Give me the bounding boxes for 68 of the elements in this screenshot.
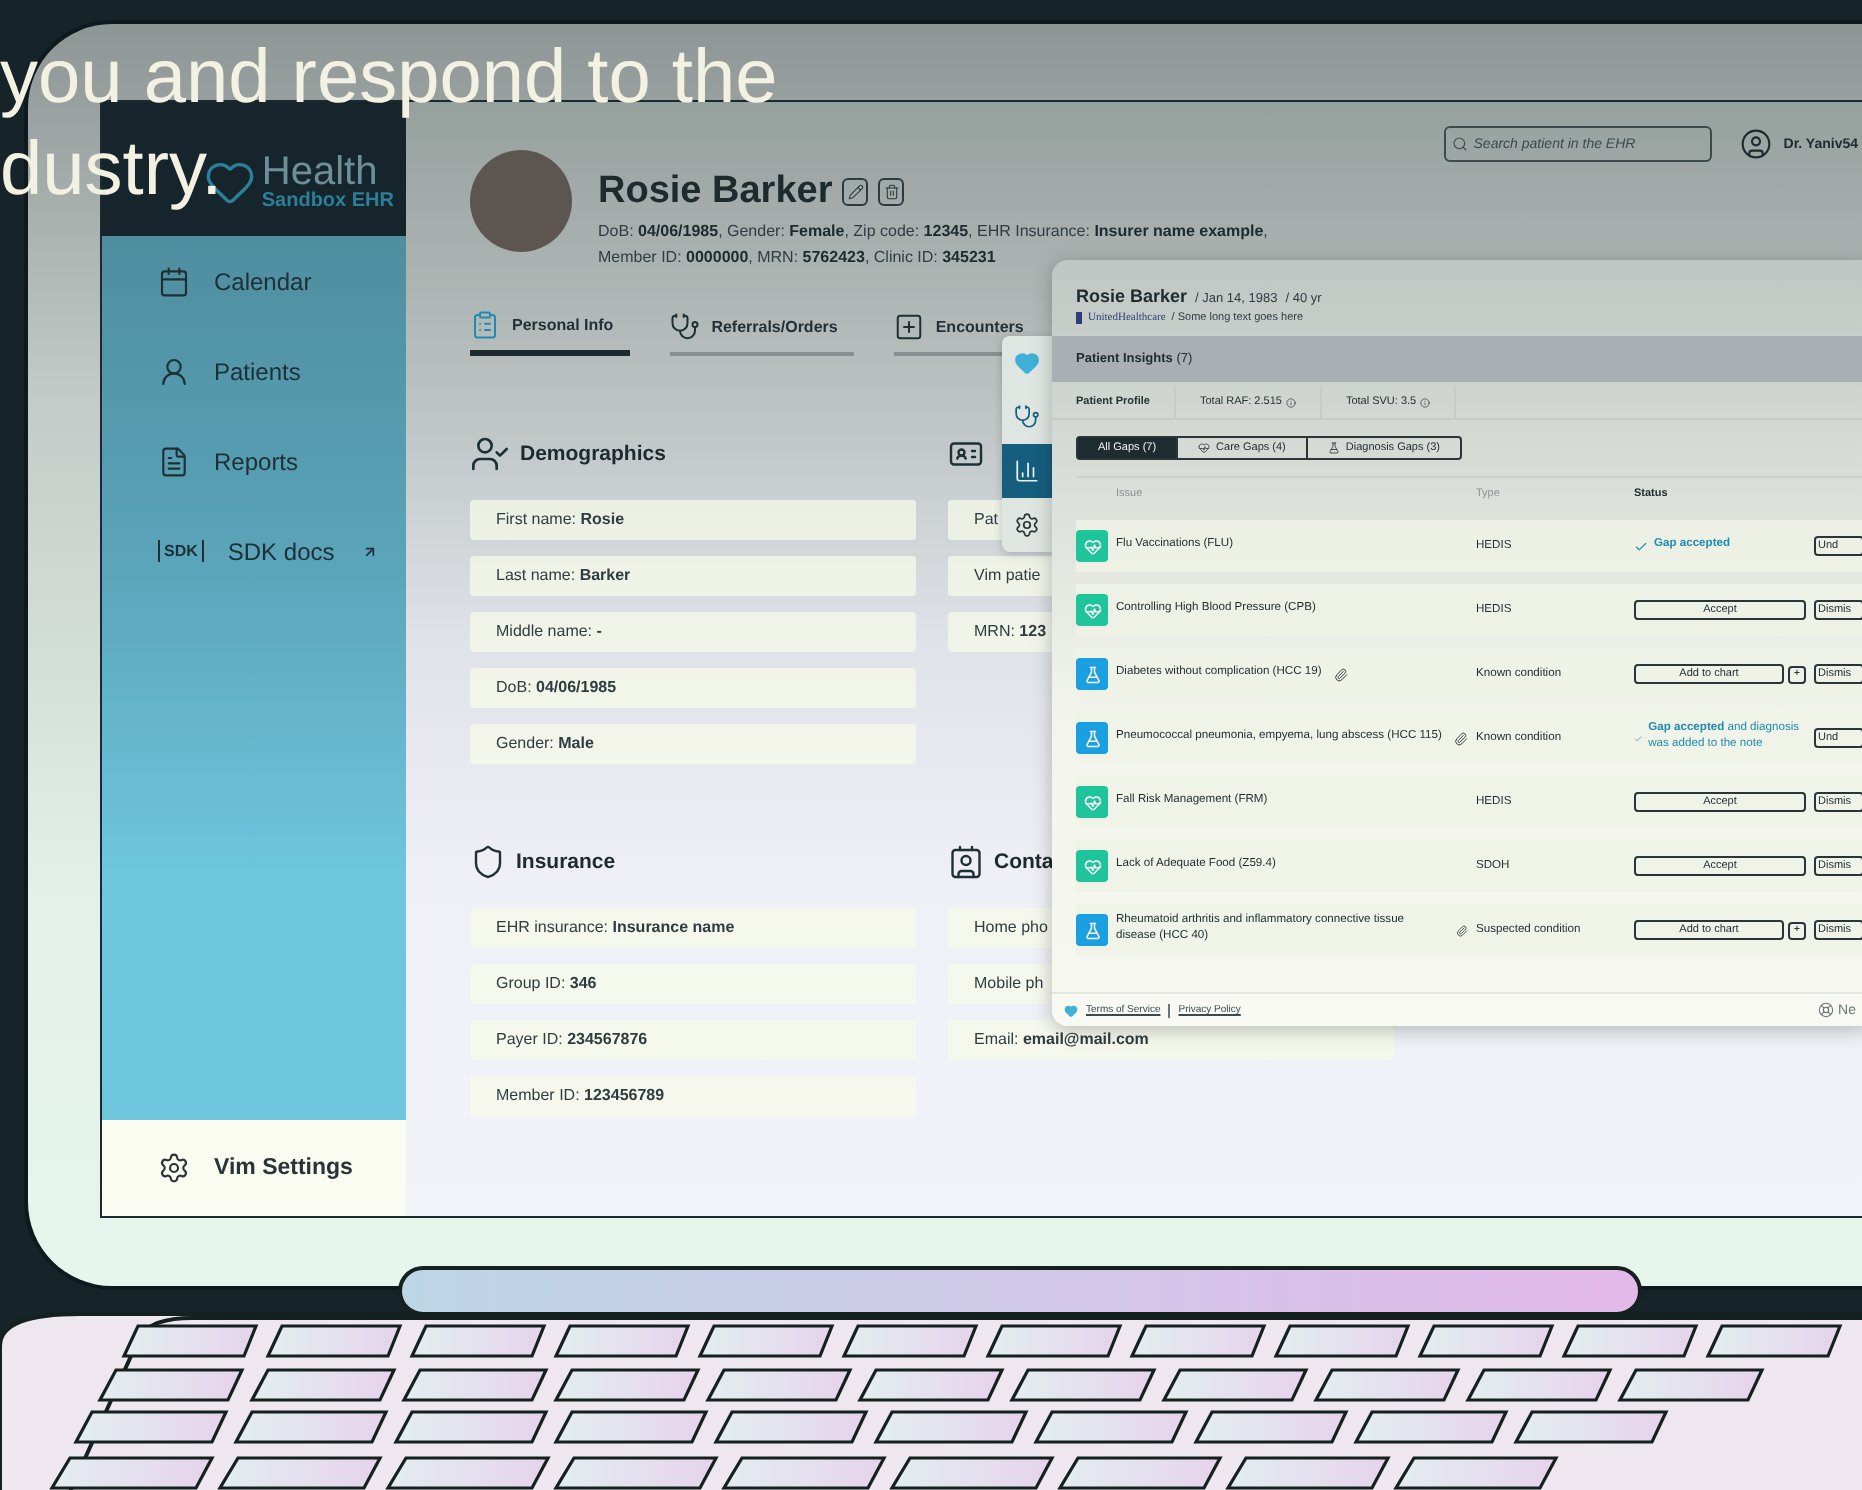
patient-details: Member ID: 0000000, MRN: 5762423, Clinic ID: 345231 xyxy=(598,248,998,266)
section-title: Conta xyxy=(994,850,1054,874)
person-check-icon xyxy=(470,434,510,474)
insurer-logo-icon xyxy=(1076,312,1082,324)
edit-button[interactable] xyxy=(842,178,869,206)
info-field: Middle name: - xyxy=(470,612,916,652)
flask-icon xyxy=(1076,914,1108,946)
check-icon xyxy=(1634,731,1643,745)
sidebar-item[interactable]: Reports xyxy=(214,447,299,475)
info-icon xyxy=(1420,397,1431,407)
flask-icon xyxy=(1327,442,1340,454)
stethoscope-icon xyxy=(1014,404,1040,430)
sidebar-item[interactable]: SDK docs xyxy=(227,537,335,565)
stethoscope-icon xyxy=(669,311,700,341)
shield-icon xyxy=(470,844,506,880)
logo-heart-icon xyxy=(1064,1003,1078,1017)
settings-item[interactable]: Vim Settings xyxy=(214,1156,353,1180)
info-field: Payer ID: 234567876 xyxy=(470,1020,916,1060)
calendar-icon xyxy=(158,265,190,297)
logo-title: Health xyxy=(261,151,378,191)
patient-name: Rosie Barker xyxy=(598,170,833,214)
avatar-placeholder xyxy=(470,150,572,252)
gear-icon xyxy=(158,1152,190,1184)
attachment-icon xyxy=(1333,667,1348,681)
person-icon xyxy=(158,355,190,387)
info-field: DoB: 04/06/1985 xyxy=(470,668,916,708)
heart-pulse-icon xyxy=(1076,594,1108,626)
tab[interactable]: Personal Info xyxy=(470,310,630,356)
trash-icon xyxy=(883,184,900,200)
info-field: First name: Rosie xyxy=(470,500,916,540)
external-link-icon xyxy=(362,543,378,559)
info-field: Group ID: 346 xyxy=(470,964,916,1004)
id-card-icon xyxy=(948,436,984,472)
info-field: Member ID: 123456789 xyxy=(470,1076,916,1116)
heart-pulse-icon xyxy=(1076,786,1108,818)
heart-pulse-icon xyxy=(1076,530,1108,562)
pencil-icon xyxy=(847,184,864,200)
info-field: Last name: Barker xyxy=(470,556,916,596)
lifebuoy-icon xyxy=(1818,1002,1835,1018)
section-title: Demographics xyxy=(520,442,666,466)
section-title: Insurance xyxy=(516,850,616,874)
info-field: Gender: Male xyxy=(470,724,916,764)
logo-subtitle: Sandbox EHR xyxy=(261,191,394,211)
info-icon xyxy=(1285,397,1296,407)
toolbar-button[interactable] xyxy=(1002,444,1052,498)
panel-patient-name: Rosie Barker xyxy=(1076,286,1188,306)
chart-icon xyxy=(1014,458,1040,484)
attachment-icon xyxy=(1453,731,1468,745)
tab[interactable]: Referrals/Orders xyxy=(669,310,854,356)
heart-icon xyxy=(1014,350,1040,376)
clipboard-icon xyxy=(470,310,500,340)
gear-icon xyxy=(1014,512,1040,538)
check-icon xyxy=(1634,539,1648,553)
attachment-icon xyxy=(1456,923,1468,937)
heart-pulse-icon xyxy=(1076,850,1108,882)
search-icon xyxy=(1451,136,1468,152)
heart-pulse-icon xyxy=(1198,442,1211,454)
sidebar-item[interactable]: Calendar xyxy=(214,267,312,295)
user-avatar-icon xyxy=(1739,128,1772,160)
flask-icon xyxy=(1076,722,1108,754)
contact-card-icon xyxy=(948,844,984,880)
delete-button[interactable] xyxy=(878,178,905,206)
patient-details: DoB: 04/06/1985, Gender: Female, Zip code: 12345, EHR Insurance: Insurer name example, xyxy=(598,222,1268,240)
sidebar-item[interactable]: Patients xyxy=(214,357,301,385)
plus-box-icon xyxy=(893,311,924,341)
document-icon xyxy=(158,445,190,477)
flask-icon xyxy=(1076,658,1108,690)
info-field: EHR insurance: Insurance name xyxy=(470,908,916,948)
